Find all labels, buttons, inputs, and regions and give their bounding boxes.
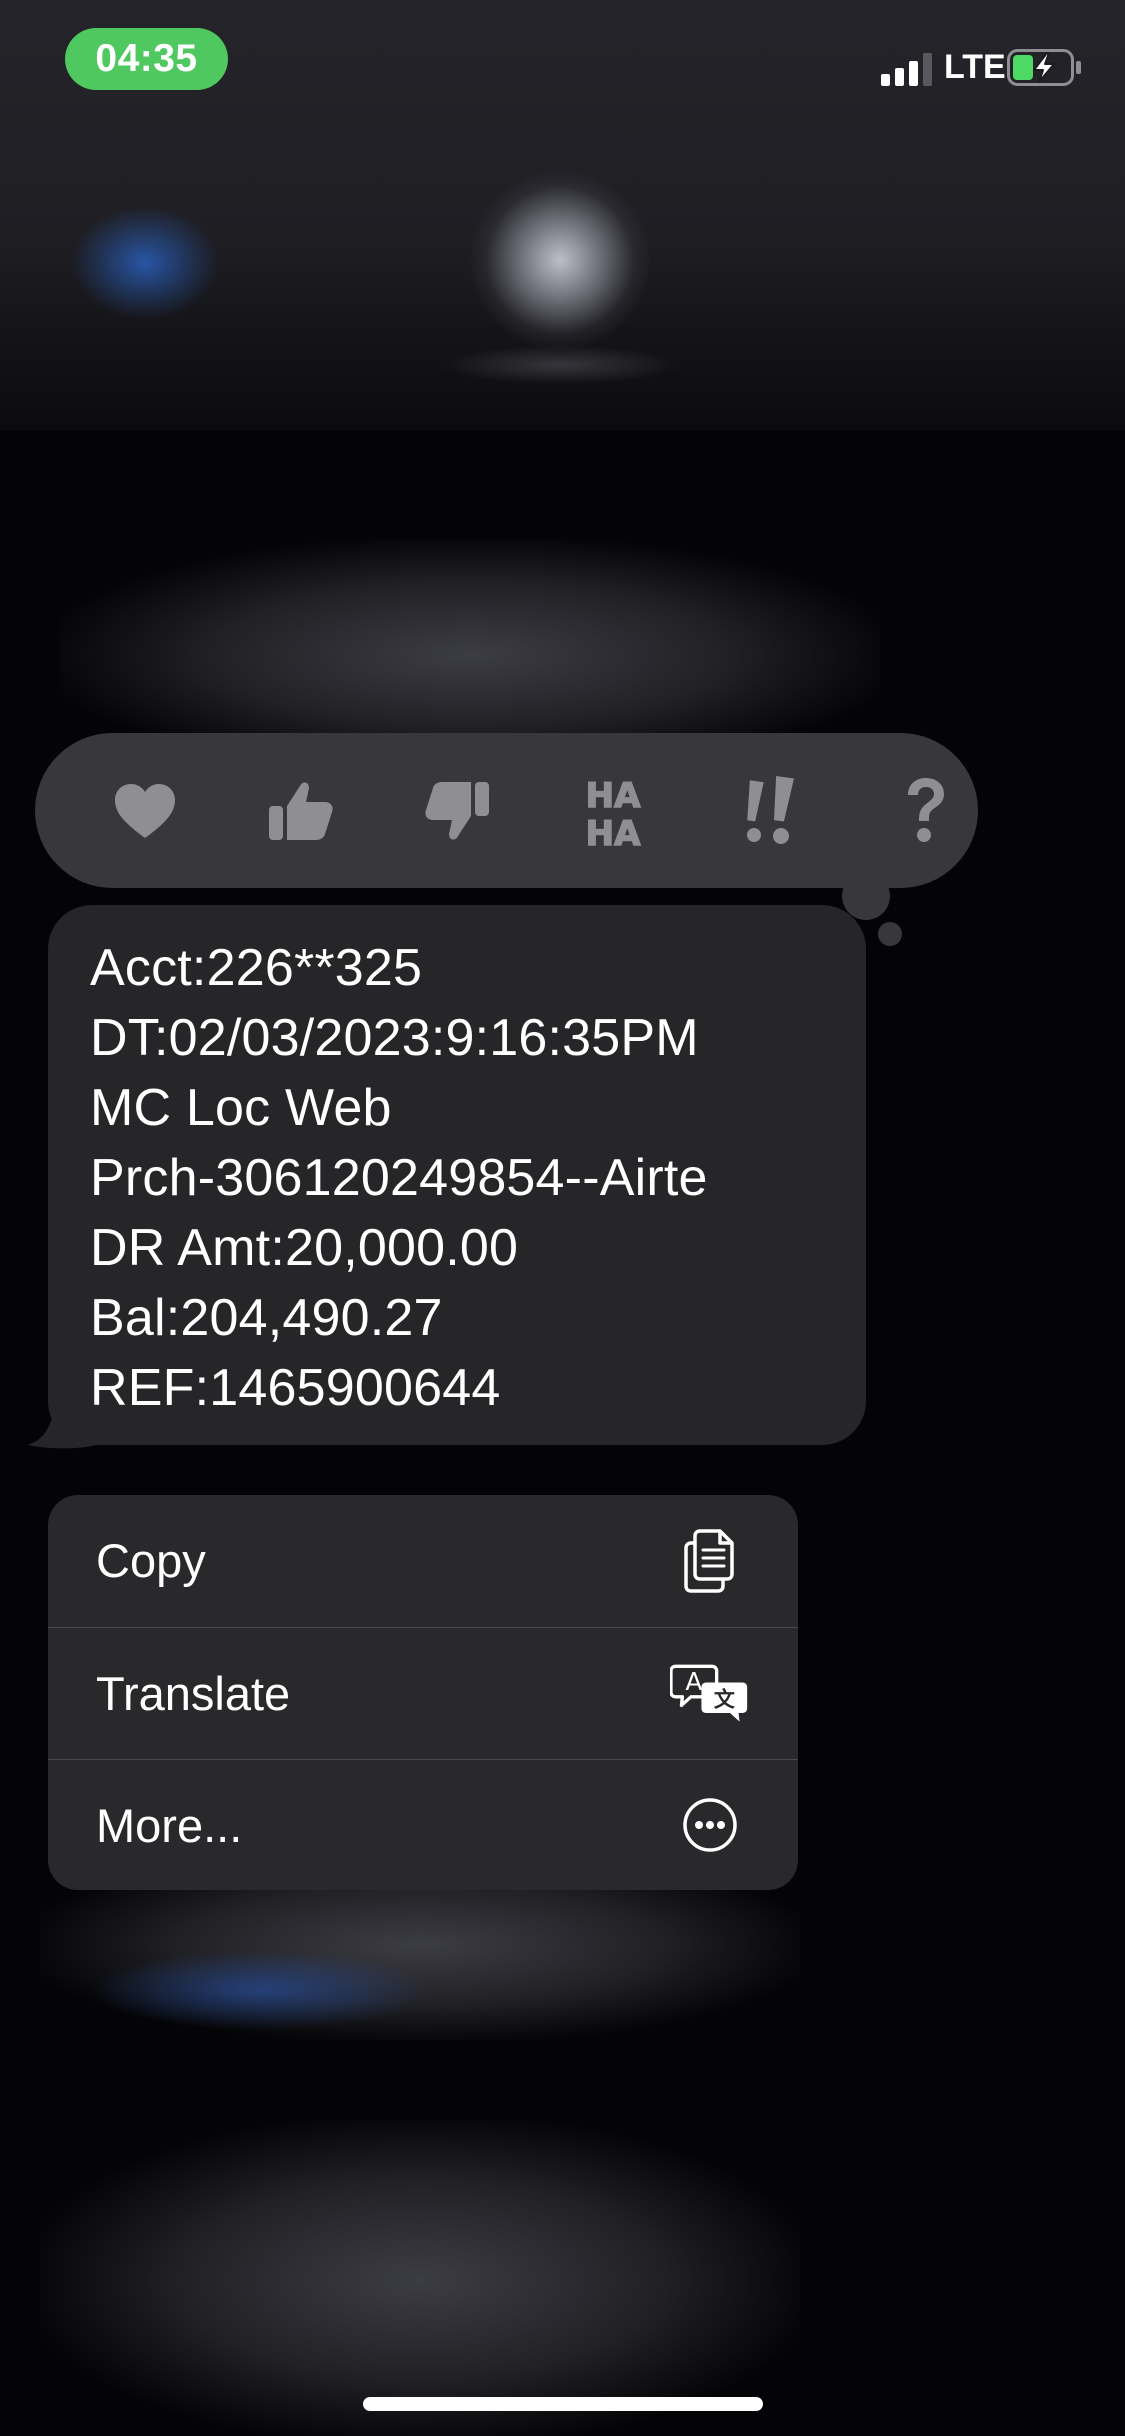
question-icon xyxy=(908,777,944,842)
home-indicator[interactable] xyxy=(363,2397,763,2411)
tapback-tail xyxy=(842,872,890,920)
menu-label-more: More... xyxy=(96,1798,243,1852)
message-bubble[interactable]: Acct:226**325 DT:02/03/2023:9:16:35PM MC… xyxy=(48,905,866,1445)
tapback-heart[interactable] xyxy=(67,733,223,888)
tapback-question[interactable] xyxy=(847,733,1003,888)
blurred-message-bubble xyxy=(40,2120,800,2436)
tapback-thumbs-down[interactable] xyxy=(379,733,535,888)
thumbs-up-icon xyxy=(269,781,333,840)
message-line-date: DT:02/03/2023:9:16:35PM xyxy=(90,1009,699,1067)
menu-item-copy[interactable]: Copy xyxy=(48,1495,798,1626)
haha-icon: HA HA xyxy=(585,775,642,849)
message-line-amount: DR Amt:20,000.00 xyxy=(90,1219,519,1277)
status-bar: 04:35 LTE xyxy=(0,0,1125,130)
message-line-purchase: Prch-306120249854--Airte xyxy=(90,1149,708,1207)
menu-label-copy: Copy xyxy=(96,1534,206,1587)
blurred-back-button xyxy=(70,205,220,320)
translate-glyph-b: 文 xyxy=(714,1687,735,1711)
more-icon xyxy=(670,1785,750,1865)
tapback-thumbs-up[interactable] xyxy=(223,733,379,888)
menu-item-translate[interactable]: Translate A 文 xyxy=(48,1627,798,1758)
thumbs-down-icon xyxy=(425,781,489,840)
network-type-label: LTE xyxy=(944,48,1006,86)
tapback-haha[interactable]: HA HA xyxy=(535,733,691,888)
message-line-merchant: MC Loc Web xyxy=(90,1079,392,1137)
status-time[interactable]: 04:35 xyxy=(65,28,228,90)
screen: 04:35 LTE HA HA Acct:226**325 DT:02/03/2… xyxy=(0,0,1125,2436)
translate-icon: A 文 xyxy=(670,1653,750,1733)
tapback-emphasize[interactable] xyxy=(691,733,847,888)
message-line-account: Acct:226**325 xyxy=(90,939,423,997)
translate-glyph-a: A xyxy=(685,1667,702,1696)
tapback-tail-small xyxy=(878,922,902,946)
heart-icon xyxy=(115,783,175,838)
blurred-contact-name xyxy=(440,345,680,385)
haha-text-bottom: HA xyxy=(586,814,641,849)
cellular-signal-icon xyxy=(881,52,933,86)
battery-charging-icon xyxy=(1007,49,1083,86)
menu-item-more[interactable]: More... xyxy=(48,1759,798,1890)
context-menu: Copy Translate A 文 More... xyxy=(48,1495,798,1890)
blurred-contact-avatar xyxy=(470,170,650,350)
copy-icon xyxy=(670,1521,750,1601)
blurred-link xyxy=(90,1950,430,2030)
haha-text-top: HA xyxy=(586,776,641,816)
menu-label-translate: Translate xyxy=(96,1666,291,1720)
message-line-reference: REF:1465900644 xyxy=(90,1359,501,1417)
message-line-balance: Bal:204,490.27 xyxy=(90,1289,443,1347)
tapback-bar: HA HA xyxy=(35,733,978,888)
double-exclamation-icon xyxy=(747,775,794,844)
